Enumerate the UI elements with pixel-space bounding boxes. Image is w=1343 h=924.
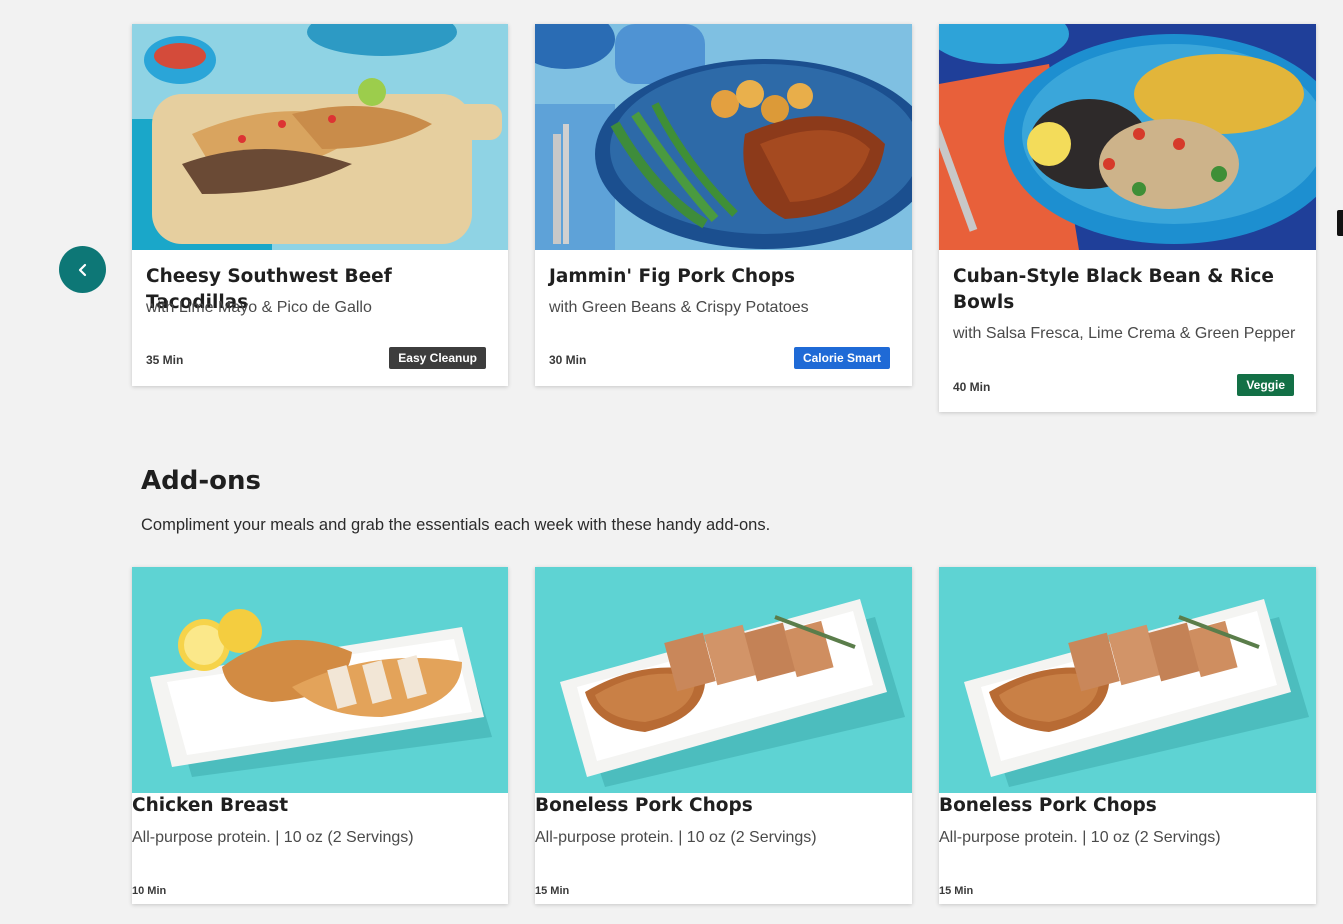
meal-subtitle: with Salsa Fresca, Lime Crema & Green Pe… [953, 325, 1296, 342]
meal-card[interactable]: Jammin' Fig Pork Chops with Green Beans … [535, 24, 912, 386]
meal-title: Jammin' Fig Pork Chops [549, 266, 796, 287]
meal-card[interactable]: Cuban-Style Black Bean & Rice Bowls with… [939, 24, 1316, 412]
addon-cook-time: 10 Min [132, 885, 167, 897]
meal-tag-badge: Veggie [1237, 374, 1294, 396]
addon-image [939, 567, 1316, 793]
carousel-prev-button[interactable] [59, 246, 106, 293]
addon-subtitle: All-purpose protein. | 10 oz (2 Servings… [535, 829, 817, 846]
meal-tag-badge: Calorie Smart [793, 347, 890, 369]
next-card-edge [1337, 210, 1343, 236]
meal-tag-badge: Easy Cleanup [389, 347, 486, 369]
addon-card[interactable]: Boneless Pork Chops All-purpose protein.… [535, 567, 912, 904]
addon-title: Chicken Breast [132, 795, 289, 816]
addon-cook-time: 15 Min [939, 885, 974, 897]
addon-subtitle: All-purpose protein. | 10 oz (2 Servings… [132, 829, 414, 846]
section-description: Compliment your meals and grab the essen… [141, 516, 771, 534]
meal-card[interactable]: Cheesy Southwest Beef Tacodillas with Li… [132, 24, 508, 386]
meal-cook-time: 40 Min [953, 380, 991, 394]
meal-image [535, 24, 912, 250]
section-title: Add-ons [141, 466, 261, 496]
addon-title: Boneless Pork Chops [535, 795, 753, 816]
meal-subtitle: with Green Beans & Crispy Potatoes [549, 299, 809, 316]
addon-image [535, 567, 912, 793]
chevron-left-icon [78, 263, 86, 276]
meal-image [939, 24, 1316, 250]
meal-cook-time: 30 Min [549, 353, 587, 367]
meal-subtitle: with Lime Mayo & Pico de Gallo [146, 299, 372, 316]
meal-image [132, 24, 508, 250]
meal-cook-time: 35 Min [146, 353, 184, 367]
addon-cook-time: 15 Min [535, 885, 570, 897]
meal-title: Cuban-Style Black Bean & Rice Bowls [953, 266, 1274, 313]
addon-card[interactable]: Chicken Breast All-purpose protein. | 10… [132, 567, 508, 904]
addon-title: Boneless Pork Chops [939, 795, 1157, 816]
addon-image [132, 567, 508, 793]
addon-subtitle: All-purpose protein. | 10 oz (2 Servings… [939, 829, 1221, 846]
addon-card[interactable]: Boneless Pork Chops All-purpose protein.… [939, 567, 1316, 904]
